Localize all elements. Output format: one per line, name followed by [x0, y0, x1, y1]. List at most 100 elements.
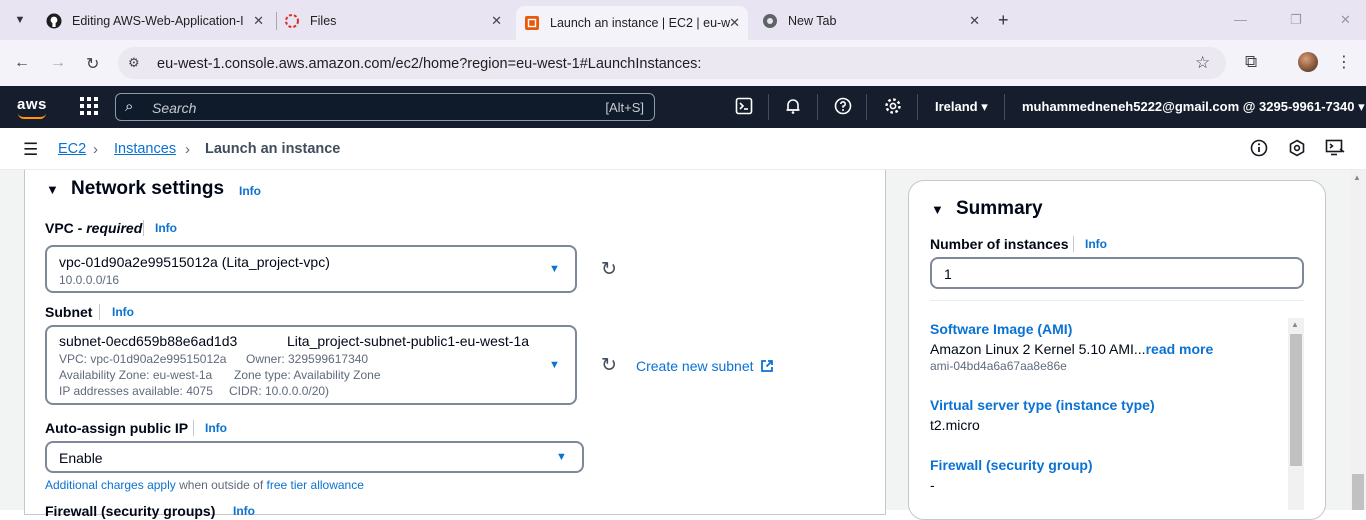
breadcrumb-instances[interactable]: Instances: [114, 141, 176, 157]
tab-title: Editing AWS-Web-Application-I: [72, 14, 244, 28]
aws-logo[interactable]: aws: [17, 96, 47, 113]
chevron-right-icon: ›: [93, 141, 98, 158]
subnet-az: Availability Zone: eu-west-1a: [59, 368, 213, 382]
chrome-icon: [762, 13, 778, 29]
close-icon[interactable]: ✕: [253, 13, 264, 29]
subnet-vpc: VPC: vpc-01d90a2e99515012a: [59, 352, 227, 366]
subnet-id: subnet-0ecd659b88e6ad1d3: [59, 333, 238, 349]
tab-launch-instance[interactable]: Launch an instance | EC2 | eu-w ✕: [516, 6, 748, 40]
help-icon[interactable]: [834, 97, 852, 120]
page-scrollbar-thumb[interactable]: [1352, 474, 1364, 510]
account-menu[interactable]: muhammedneneh5222@gmail.com @ 3295-9961-…: [1022, 99, 1365, 115]
label-divider: [193, 420, 194, 436]
chevron-right-icon: ›: [185, 141, 190, 158]
vpc-cidr: 10.0.0.0/16: [59, 273, 120, 287]
auto-ip-info-link[interactable]: Info: [205, 421, 227, 435]
close-icon[interactable]: ✕: [729, 15, 740, 31]
subnet-cidr: CIDR: 10.0.0.0/20): [229, 384, 330, 398]
bookmark-star-icon[interactable]: ☆: [1195, 53, 1210, 73]
cloudshell-panel-icon[interactable]: [1325, 139, 1345, 162]
refresh-icon[interactable]: ↻: [601, 258, 617, 281]
breadcrumb: ☰ EC2 › Instances › Launch an instance: [0, 128, 1366, 170]
close-icon[interactable]: ✕: [491, 13, 502, 29]
tab-divider: [276, 12, 277, 30]
ami-value: Amazon Linux 2 Kernel 5.10 AMI...read mo…: [930, 341, 1214, 357]
page-scrollbar[interactable]: [1350, 170, 1366, 510]
auto-ip-select[interactable]: [45, 441, 584, 473]
tab-search-chevron-icon[interactable]: ▼: [8, 8, 32, 32]
minimize-icon[interactable]: —: [1234, 12, 1247, 27]
notifications-hexagon-icon[interactable]: [1288, 139, 1306, 162]
restore-icon[interactable]: ❐: [1290, 12, 1302, 28]
profile-avatar[interactable]: [1298, 52, 1318, 72]
vpc-info-link[interactable]: Info: [155, 221, 177, 235]
settings-gear-icon[interactable]: [884, 97, 902, 120]
notifications-bell-icon[interactable]: [784, 97, 802, 120]
info-circle-icon[interactable]: [1250, 139, 1268, 162]
num-instances-info-link[interactable]: Info: [1085, 237, 1107, 251]
subnet-label: Subnet: [45, 304, 93, 320]
more-menu-icon[interactable]: ⋮: [1336, 52, 1352, 72]
tab-title: Launch an instance | EC2 | eu-w: [550, 16, 731, 30]
create-subnet-link[interactable]: Create new subnet: [636, 358, 774, 374]
reload-icon[interactable]: ↻: [86, 54, 99, 74]
num-instances-input[interactable]: [930, 257, 1304, 289]
tab-title: New Tab: [788, 14, 837, 28]
summary-scrollbar-thumb[interactable]: [1290, 334, 1302, 466]
search-input[interactable]: ⌕ Search [Alt+S]: [115, 93, 655, 121]
num-instances-label: Number of instances: [930, 236, 1069, 252]
hamburger-menu-icon[interactable]: ☰: [23, 140, 38, 160]
search-shortcut: [Alt+S]: [605, 100, 644, 115]
firewall-summary-link[interactable]: Firewall (security group): [930, 457, 1093, 473]
breadcrumb-ec2[interactable]: EC2: [58, 141, 86, 157]
collapse-triangle-icon[interactable]: ▼: [931, 202, 944, 217]
cloudshell-icon[interactable]: [735, 97, 753, 120]
scroll-up-arrow-icon[interactable]: ▲: [1353, 173, 1361, 182]
nav-divider: [768, 94, 769, 120]
close-icon[interactable]: ✕: [969, 13, 980, 29]
aws-console-navbar: aws ⌕ Search [Alt+S] Ireland ▾ muhammedn…: [0, 86, 1366, 128]
firewall-info-link[interactable]: Info: [233, 504, 255, 518]
charges-link[interactable]: Additional charges apply: [45, 478, 176, 492]
ami-id: ami-04bd4a6a67aa8e86e: [930, 359, 1067, 373]
scroll-up-arrow-icon[interactable]: ▲: [1291, 320, 1299, 329]
services-grid-icon[interactable]: [80, 97, 98, 115]
extensions-icon[interactable]: ⧉: [1245, 52, 1257, 72]
subnet-zone-type: Zone type: Availability Zone: [234, 368, 381, 382]
subnet-info-link[interactable]: Info: [112, 305, 134, 319]
url-text[interactable]: eu-west-1.console.aws.amazon.com/ec2/hom…: [157, 56, 701, 72]
summary-title: Summary: [956, 198, 1043, 219]
aws-smile-icon: [18, 113, 46, 119]
ami-title-link[interactable]: Software Image (AMI): [930, 321, 1072, 337]
breadcrumb-current: Launch an instance: [205, 141, 341, 157]
caret-down-icon: ▼: [549, 263, 560, 275]
free-tier-link[interactable]: free tier allowance: [267, 478, 364, 492]
window-close-icon[interactable]: ✕: [1340, 12, 1351, 28]
new-tab-plus-icon[interactable]: +: [998, 10, 1009, 31]
nav-divider: [817, 94, 818, 120]
collapse-triangle-icon[interactable]: ▼: [46, 182, 59, 197]
charges-note: Additional charges apply when outside of…: [45, 478, 364, 492]
refresh-icon[interactable]: ↻: [601, 354, 617, 377]
files-icon: [284, 13, 300, 29]
tab-title: Files: [310, 14, 337, 28]
nav-divider: [917, 94, 918, 120]
subnet-name: Lita_project-subnet-public1-eu-west-1a: [287, 333, 530, 349]
instance-type-link[interactable]: Virtual server type (instance type): [930, 397, 1155, 413]
network-info-link[interactable]: Info: [239, 184, 261, 198]
back-arrow-icon[interactable]: ←: [14, 54, 30, 72]
subnet-owner: Owner: 329599617340: [246, 352, 369, 366]
site-info-icon[interactable]: ⚙: [128, 55, 140, 71]
search-icon: ⌕: [125, 98, 134, 115]
tab-files[interactable]: Files ✕: [284, 6, 510, 36]
region-selector[interactable]: Ireland ▾: [935, 99, 988, 115]
aws-icon: [524, 15, 540, 31]
label-divider: [99, 304, 100, 320]
firewall-summary-value: -: [930, 477, 935, 493]
nav-divider: [1004, 94, 1005, 120]
vpc-value: vpc-01d90a2e99515012a (Lita_project-vpc): [59, 254, 330, 270]
tab-github[interactable]: Editing AWS-Web-Application-I ✕: [46, 6, 272, 36]
forward-arrow-icon[interactable]: →: [50, 54, 66, 72]
read-more-link[interactable]: read more: [1146, 341, 1214, 357]
tab-new-tab[interactable]: New Tab ✕: [762, 6, 988, 36]
